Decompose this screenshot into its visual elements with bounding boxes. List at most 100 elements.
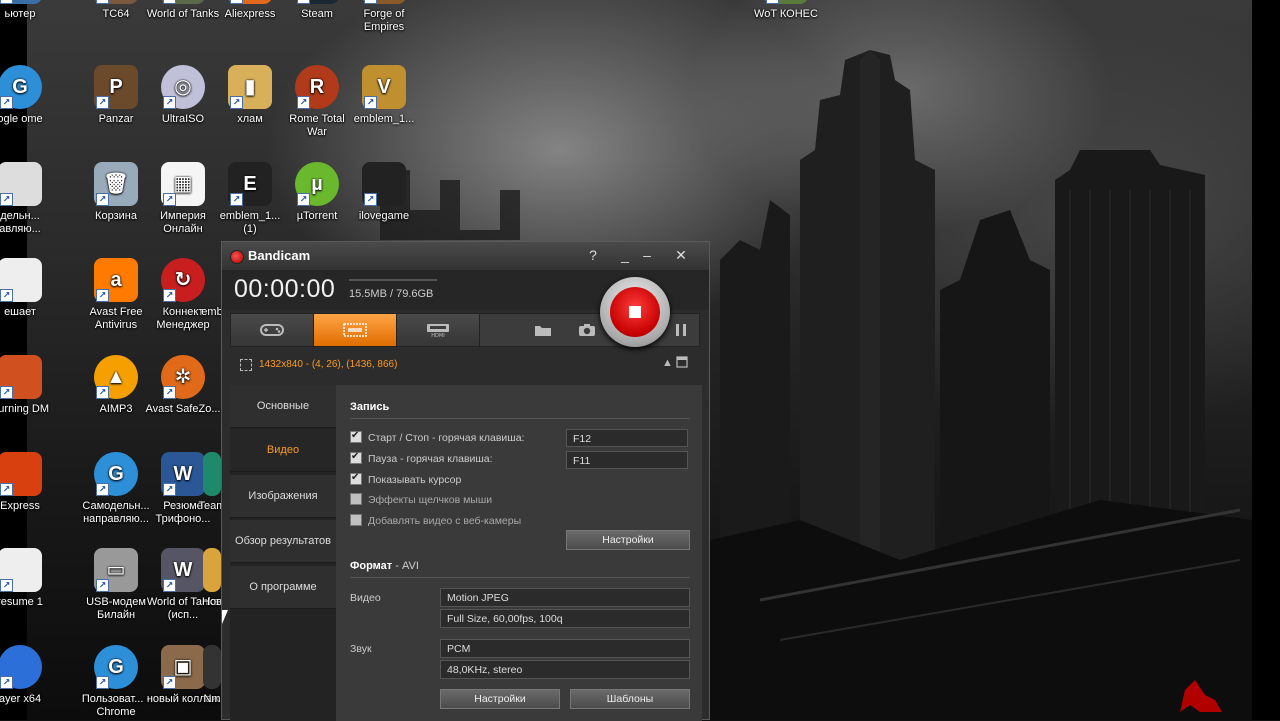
tab-video[interactable]: Видео [230,429,336,472]
desktop-icon-label: UltraISO [161,113,205,125]
desktop-icon-emblem-1[interactable]: V ↗ emblem_1... [346,65,422,126]
video-params-field[interactable]: Full Size, 60,00fps, 100q [440,609,690,628]
desktop-icon-chrome-user[interactable]: G ↗ Пользоват... - Chrome [78,645,154,719]
hdmi-mode-button[interactable]: HDMI [397,314,480,346]
wot-konec-icon: ↗ [764,0,808,4]
pause-checkbox[interactable] [350,450,362,464]
desktop-icon-label: ешает [4,306,36,318]
shortcut-arrow-icon: ↗ [0,289,13,302]
chrome-user-icon: G ↗ [94,645,138,689]
pause-hotkey-option[interactable]: Пауза - горячая клавиша: [350,450,493,466]
mouse-click-effects-checkbox[interactable] [350,493,362,505]
templates-button[interactable]: Шаблоны [570,689,690,709]
aimp3-icon: ▲ ↗ [94,355,138,399]
desktop-icon-aliexpress[interactable]: ↗ Aliexpress [212,0,288,21]
close-icon[interactable]: ✕ [670,246,692,264]
desktop-icon-forge-of-empires[interactable]: ↗ Forge of Empires [346,0,422,34]
desktop-icon-label: Империя Онлайн [160,210,206,235]
webcam-overlay-checkbox[interactable] [350,514,362,526]
show-cursor-checkbox[interactable] [350,471,362,485]
show-cursor-option[interactable]: Показывать курсор [350,471,461,487]
desktop-icon-label: Panzar [98,113,134,125]
desktop-icon-label: WoT КОНЕС [754,8,818,20]
desktop-icon-world-of-tanks[interactable]: ↗ World of Tanks [145,0,221,21]
desktop-icon-panzar[interactable]: P ↗ Panzar [78,65,154,126]
desktop-icon-avast-safezone[interactable]: ✲ ↗ Avast SafeZo... [145,355,221,416]
desktop-icon-aimp3[interactable]: ▲ ↗ AIMP3 [78,355,154,416]
desktop-icon-label: USB-модем Билайн [86,596,146,621]
tab-images[interactable]: Изображения [230,475,336,518]
desktop-icon-recycle-bin[interactable]: 🗑 ↗ Корзина [78,162,154,223]
tab-general[interactable]: Основные [230,385,336,428]
desktop-icon-utorrent[interactable]: µ ↗ µTorrent [279,162,355,223]
desktop-icon-burning-dm[interactable]: ↗ Burning DM [0,355,50,416]
desktop-icon-wot-konec[interactable]: ↗ WoT КОНЕС [748,0,824,21]
desktop-icon-label: хлам [237,113,263,125]
desktop-icon-ultraiso[interactable]: ◎ ↗ UltraISO [145,65,221,126]
desktop-icon-avast-free-antivirus[interactable]: a ↗ Avast Free Antivirus [78,258,154,332]
resume-1-icon: ↗ [0,548,42,592]
emblem-1-copy-icon: E ↗ [228,162,272,206]
help-button[interactable]: ? [582,246,604,264]
desktop-icon-label: Avast Free Antivirus [89,306,143,331]
region-select-icon[interactable] [240,359,252,371]
desktop-icon-ilovegame[interactable]: ↗ ilovegame [346,162,422,223]
shortcut-arrow-icon: ↗ [230,193,243,206]
desktop-icon-homemade-doc-2[interactable]: G ↗ Самодельн... направляю... [78,452,154,526]
screen-mode-button[interactable] [314,314,397,346]
pause-hotkey-field[interactable]: F11 [566,451,688,469]
format-settings-button[interactable]: Настройки [440,689,560,709]
start-stop-checkbox[interactable] [350,429,362,443]
start-stop-hotkey-option[interactable]: Старт / Стоп - горячая клавиша: [350,429,524,445]
tab-about[interactable]: О программе [230,566,336,609]
desktop-icon-label: Aliexpress [224,8,276,20]
desktop-icon-label: TC64 [102,8,130,20]
shortcut-arrow-icon: ↗ [0,386,13,399]
utorrent-icon: µ ↗ [295,162,339,206]
minimize-icon[interactable]: – [636,246,658,264]
desktop-icon-junk-folder[interactable]: ▮ ↗ хлам [212,65,288,126]
audio-params-field[interactable]: 48,0KHz, stereo [440,660,690,679]
title-bar[interactable]: Bandicam ? _ – ✕ [222,242,709,270]
audio-label: Звук [350,643,372,655]
record-settings-button[interactable]: Настройки [566,530,690,550]
audio-codec-field[interactable]: PCM [440,639,690,658]
bandicam-logo-icon [230,250,244,264]
size-divider [349,279,437,281]
folder-icon [535,326,551,336]
gamepad-icon [260,324,284,336]
webcam-overlay-option[interactable]: Добавлять видео с веб-камеры [350,514,521,528]
desktop-icon-reshaet[interactable]: ↗ ешает [0,258,50,319]
desktop-icon-google-chrome[interactable]: G ↗ ogle ome [0,65,50,126]
game-mode-button[interactable] [231,314,314,346]
desktop-icon-computer[interactable]: ↗ ьютер [0,0,50,21]
video-codec-field[interactable]: Motion JPEG [440,588,690,607]
desktop-icon-imperia-online[interactable]: ▦ ↗ Империя Онлайн [145,162,221,236]
open-folder-button[interactable] [523,314,563,346]
avast-free-antivirus-icon: a ↗ [94,258,138,302]
desktop-icon-label: µTorrent [296,210,338,222]
format-container: - AVI [392,560,419,572]
collapse-up-icon[interactable]: ▲ [662,357,673,369]
record-button-core [610,287,660,337]
desktop-icon-tc64[interactable]: ↗ TC64 [78,0,154,21]
collapse-icon[interactable]: _ [614,246,636,264]
desktop-icon-express[interactable]: ↗ Express [0,452,50,513]
record-section-divider [350,418,690,419]
desktop-icon-rome-total-war[interactable]: R ↗ Rome Total War [279,65,355,139]
bandicam-window: Bandicam ? _ – ✕ 00:00:00 15.5MB / 79.6G… [221,241,710,721]
desktop-icon-homemade-doc[interactable]: ↗ дельн... авляю... [0,162,50,236]
tab-output[interactable]: Обзор результатов [230,520,336,563]
start-stop-hotkey-field[interactable]: F12 [566,429,688,447]
desktop-icon-usb-modem-beeline[interactable]: ▭ ↗ USB-модем Билайн [78,548,154,622]
desktop-icon-steam[interactable]: ↗ Steam [279,0,355,21]
window-restore-icon[interactable] [676,356,688,371]
avast-safezone-icon: ✲ ↗ [161,355,205,399]
shortcut-arrow-icon: ↗ [297,193,310,206]
desktop-icon-player-x64[interactable]: ↗ ayer x64 [0,645,50,706]
record-button[interactable] [600,277,670,347]
svg-text:HDMI: HDMI [431,333,444,338]
mouse-click-effects-option[interactable]: Эффекты щелчков мыши [350,493,492,507]
desktop-icon-resume-1[interactable]: ↗ resume 1 [0,548,50,609]
desktop-icon-emblem-1-copy[interactable]: E ↗ emblem_1... (1) [212,162,288,236]
